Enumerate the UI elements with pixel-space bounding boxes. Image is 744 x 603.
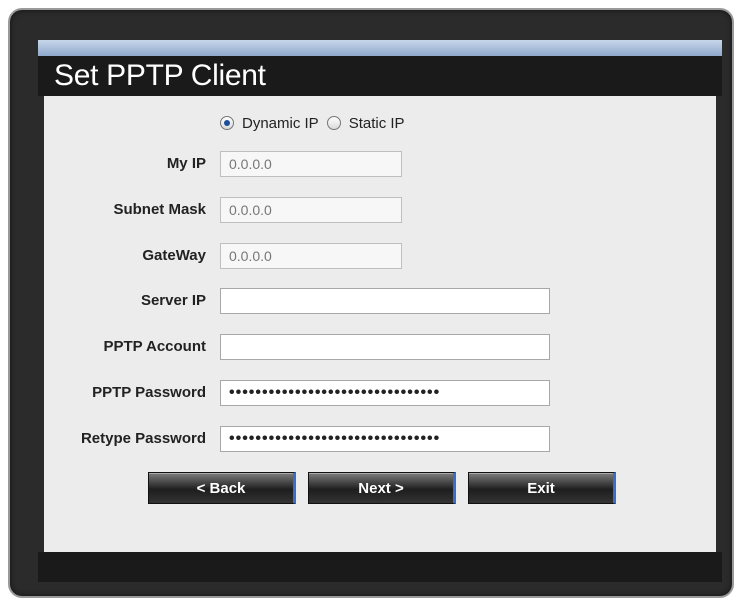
page-title: Set PPTP Client (54, 59, 266, 92)
subnet-mask-label: Subnet Mask (113, 201, 206, 218)
retype-password-label: Retype Password (80, 430, 206, 447)
dynamic-ip-radio[interactable] (220, 116, 234, 130)
gateway-input[interactable]: 0.0.0.0 (220, 243, 402, 269)
window-top-bar (38, 40, 722, 56)
form-panel: Dynamic IP Static IP My IP 0.0.0.0 Subne… (44, 96, 716, 552)
server-ip-label: Server IP (140, 292, 206, 309)
static-ip-radio[interactable] (326, 116, 341, 130)
ip-mode-selector: Dynamic IP Static IP (220, 112, 413, 134)
pptp-account-label: PPTP Account (103, 338, 206, 355)
next-button[interactable]: Next > (308, 472, 456, 504)
retype-password-input[interactable]: •••••••••••••••••••••••••••••••• (220, 426, 550, 452)
bottom-bar (38, 552, 722, 582)
gateway-label: GateWay (142, 247, 206, 264)
back-button[interactable]: < Back (148, 472, 296, 504)
server-ip-input[interactable] (220, 288, 550, 314)
title-bar: Set PPTP Client (38, 56, 722, 96)
radio-selected-dot (224, 120, 230, 126)
dynamic-ip-label[interactable]: Dynamic IP (242, 115, 319, 132)
static-ip-label[interactable]: Static IP (349, 115, 405, 132)
pptp-password-input[interactable]: •••••••••••••••••••••••••••••••• (220, 380, 550, 406)
subnet-mask-input[interactable]: 0.0.0.0 (220, 197, 402, 223)
my-ip-input[interactable]: 0.0.0.0 (220, 151, 402, 177)
my-ip-label: My IP (166, 155, 206, 172)
exit-button[interactable]: Exit (468, 472, 616, 504)
pptp-password-label: PPTP Password (92, 384, 206, 401)
pptp-account-input[interactable] (220, 334, 550, 360)
